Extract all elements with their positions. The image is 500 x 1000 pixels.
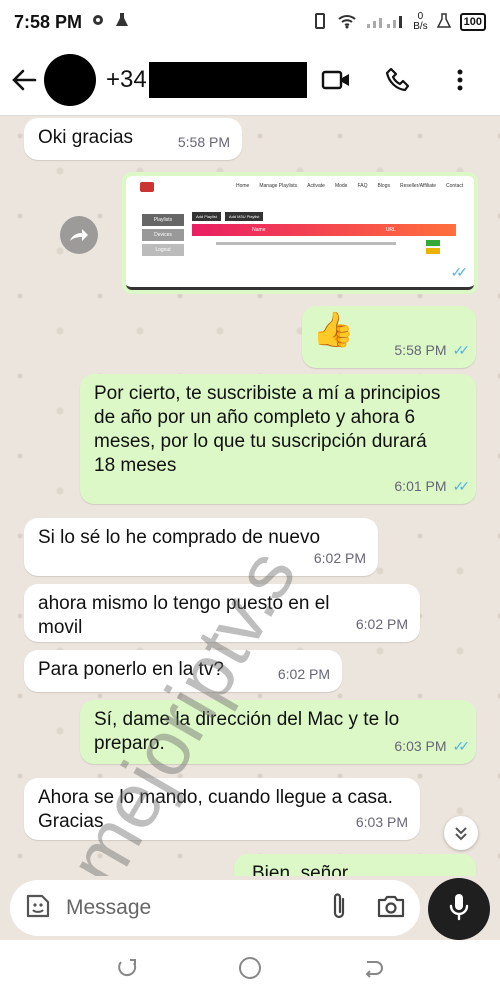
composer: Message [0, 876, 500, 940]
battery-indicator: 100 [459, 13, 486, 31]
site-nav: Home Manage Playlists Activate Mode FAQ … [236, 183, 464, 189]
back-arrow-icon[interactable] [4, 60, 44, 100]
message-time: 5:58 PM [177, 134, 230, 150]
flask-icon [436, 12, 452, 32]
microphone-icon [448, 892, 470, 927]
chat-header: +34 [0, 44, 500, 116]
read-ticks-icon: ✓✓ [452, 738, 471, 754]
avatar[interactable] [44, 53, 96, 106]
message-time: 5:58 PM [388, 264, 445, 281]
home-icon[interactable] [238, 956, 262, 985]
message-incoming[interactable]: ahora mismo lo tengo puesto en el movil … [24, 584, 420, 642]
message-text: Por cierto, te suscribiste a mí a princi… [94, 383, 441, 476]
message-text: ahora mismo lo tengo puesto en el movil [38, 593, 330, 638]
message-text: Si lo sé lo he comprado de nuevo [38, 527, 321, 548]
mic-button[interactable] [428, 878, 490, 940]
message-time: 6:01 PM [394, 478, 447, 494]
signal-icon [365, 13, 405, 32]
message-time: 5:58 PM [394, 342, 447, 358]
message-time: 6:03 PM [394, 738, 447, 754]
message-outgoing[interactable]: 👍 5:58 PM ✓✓ [302, 306, 476, 368]
camera-icon[interactable] [376, 893, 406, 924]
website-screenshot: Home Manage Playlists Activate Mode FAQ … [126, 176, 474, 290]
message-text: Ahora se lo mando, cuando llegue a casa.… [38, 787, 393, 832]
message-input[interactable]: Message [10, 880, 420, 936]
message-incoming[interactable]: Para ponerlo en la tv? 6:02 PM [24, 650, 342, 692]
sticker-icon[interactable] [24, 892, 52, 925]
thumbs-up-emoji: 👍 [312, 311, 355, 349]
forward-icon[interactable] [60, 216, 98, 254]
read-ticks-icon: ✓✓ [450, 264, 469, 280]
system-nav-bar [0, 940, 500, 1000]
message-incoming[interactable]: Ahora se lo mando, cuando llegue a casa.… [24, 778, 420, 840]
scroll-down-button[interactable] [444, 816, 478, 850]
recents-icon[interactable] [116, 958, 138, 983]
message-outgoing[interactable]: Sí, dame la dirección del Mac y te lo pr… [80, 700, 476, 764]
back-nav-icon[interactable] [362, 958, 384, 983]
read-ticks-icon: ✓✓ [452, 478, 471, 494]
vibrate-icon [311, 12, 329, 33]
message-incoming[interactable]: Oki gracias 5:58 PM [24, 118, 242, 160]
message-outgoing[interactable]: Bien, señor [234, 854, 476, 876]
contact-name[interactable]: +34 [106, 61, 307, 98]
net-speed: 0 B/s [413, 11, 428, 32]
message-time: 6:02 PM [313, 550, 366, 566]
message-time: 6:02 PM [355, 616, 408, 632]
message-text: Para ponerlo en la tv? [38, 659, 224, 680]
message-time: 6:02 PM [277, 666, 330, 682]
message-incoming[interactable]: Si lo sé lo he comprado de nuevo 6:02 PM [24, 518, 378, 576]
redacted-number [148, 61, 307, 98]
message-image-outgoing[interactable]: Home Manage Playlists Activate Mode FAQ … [122, 172, 478, 294]
message-outgoing[interactable]: Por cierto, te suscribiste a mí a princi… [80, 374, 476, 504]
video-call-icon[interactable] [320, 64, 352, 96]
message-text: Oki gracias [38, 127, 134, 148]
clock: 7:58 PM [14, 11, 83, 32]
status-bar: 7:58 PM 0 B/s 100 [0, 0, 500, 44]
gear-icon [90, 12, 106, 33]
message-time: 6:03 PM [355, 814, 408, 830]
site-logo [140, 182, 154, 192]
chat-area[interactable]: Oki gracias 5:58 PM Home Manage Playlist… [0, 116, 500, 876]
flask-icon [114, 12, 130, 33]
message-placeholder: Message [66, 896, 152, 919]
message-text: Bien, señor [252, 863, 349, 876]
more-options-icon[interactable] [444, 64, 476, 96]
phone-icon[interactable] [382, 64, 414, 96]
read-ticks-icon: ✓✓ [452, 342, 471, 358]
wifi-icon [337, 13, 357, 32]
table-header: Name URL [192, 224, 456, 236]
attach-icon[interactable] [330, 891, 348, 926]
